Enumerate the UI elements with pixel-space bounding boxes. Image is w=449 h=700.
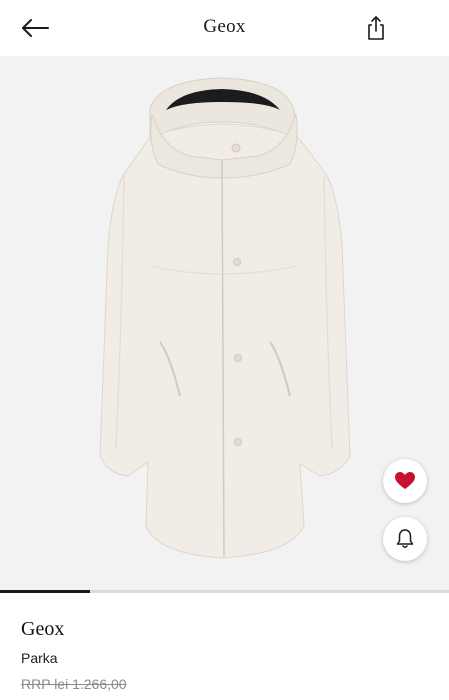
share-icon [368,16,384,40]
heart-icon [395,472,415,489]
product-rrp-price: RRP lei 1.266,00 [21,676,127,692]
top-navigation-bar: Geox [0,0,449,56]
price-alert-button[interactable] [383,517,427,561]
product-name: Parka [21,650,58,666]
share-button[interactable] [362,14,390,42]
product-image [99,77,351,559]
product-info: Geox Parka RRP lei 1.266,00 [21,616,421,694]
favorite-button[interactable] [383,459,427,503]
product-brand[interactable]: Geox [21,616,421,642]
gallery-progress-fill [0,590,90,593]
gallery-progress-bar [0,590,449,593]
bell-icon [396,529,414,548]
product-image-gallery[interactable] [0,56,449,590]
